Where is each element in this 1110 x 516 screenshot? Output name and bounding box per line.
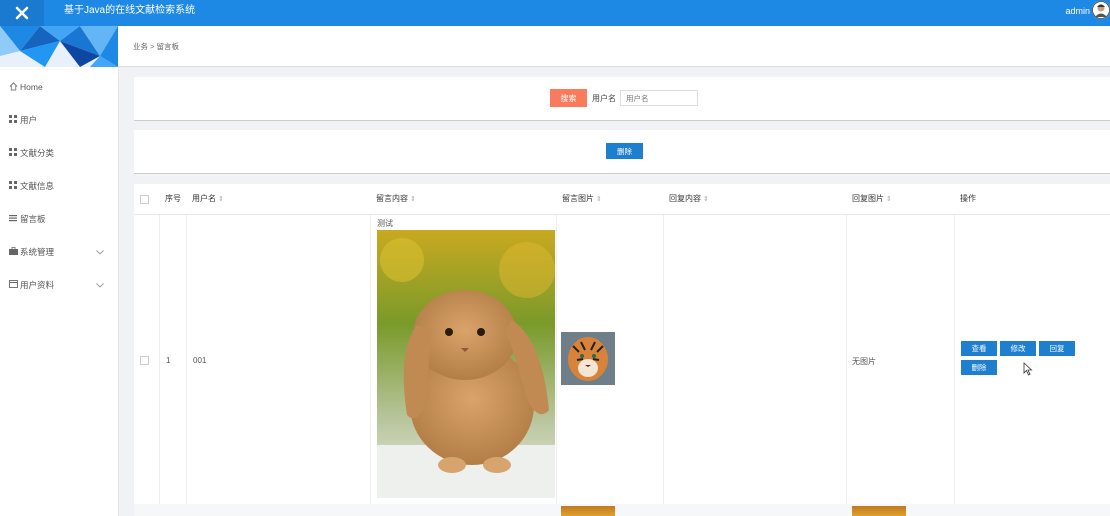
briefcase-icon	[8, 247, 18, 257]
sidebar-item-label: 用户资料	[20, 280, 55, 290]
column-divider	[159, 184, 160, 516]
column-header-message-image[interactable]: 留言图片 ⇕	[562, 184, 602, 214]
column-header-reply-content[interactable]: 回复内容 ⇕	[669, 184, 709, 214]
sidebar-item-home[interactable]: Home	[8, 79, 114, 95]
sidebar-item-label: 文献分类	[20, 148, 55, 158]
user-name[interactable]: admin	[1065, 0, 1090, 22]
close-menu-icon[interactable]	[0, 0, 44, 26]
sidebar-item-message-board[interactable]: 留言板	[8, 211, 114, 227]
row-index: 1	[166, 356, 171, 365]
tiger-image[interactable]	[561, 332, 615, 385]
sidebar-banner	[0, 26, 118, 67]
sidebar-item-label: Home	[20, 82, 43, 92]
grid-icon	[8, 148, 18, 158]
row-image[interactable]	[852, 506, 906, 516]
list-icon	[8, 214, 18, 224]
breadcrumb-text: 业务 > 留言板	[133, 42, 180, 51]
sort-icon[interactable]: ⇕	[886, 196, 892, 203]
username-search-input[interactable]	[620, 90, 698, 106]
grid-icon	[8, 181, 18, 191]
top-bar: 基于Java的在线文献检索系统 admin	[0, 0, 1110, 26]
column-header-index: 序号	[165, 194, 181, 203]
column-divider	[954, 184, 955, 516]
row-content-text: 测试	[377, 219, 393, 228]
mouse-cursor-icon	[1023, 362, 1033, 376]
table-row	[134, 504, 1110, 516]
chevron-down-icon	[96, 281, 104, 290]
column-divider	[846, 184, 847, 516]
column-header-username[interactable]: 用户名 ⇕	[192, 184, 224, 214]
action-panel: 删除	[134, 130, 1110, 174]
row-username: 001	[193, 356, 207, 365]
grid-icon	[8, 115, 18, 125]
table-header: 序号 用户名 ⇕ 留言内容 ⇕ 留言图片 ⇕ 回复内容 ⇕ 回复图片 ⇕ 操作	[134, 184, 1110, 215]
column-divider	[556, 184, 557, 516]
column-divider	[370, 184, 371, 516]
sort-icon[interactable]: ⇕	[596, 196, 602, 203]
sort-icon[interactable]: ⇕	[218, 196, 224, 203]
sort-icon[interactable]: ⇕	[703, 196, 709, 203]
card-icon	[8, 280, 18, 290]
column-header-operations: 操作	[960, 194, 976, 203]
edit-button[interactable]: 修改	[1000, 341, 1036, 356]
sidebar-item-users[interactable]: 用户	[8, 112, 114, 128]
delete-button[interactable]: 删除	[961, 360, 997, 375]
rabbit-image[interactable]	[377, 230, 555, 498]
column-header-reply-image[interactable]: 回复图片 ⇕	[852, 184, 892, 214]
reply-button[interactable]: 回复	[1039, 341, 1075, 356]
sidebar-item-system-admin[interactable]: 系统管理	[8, 244, 114, 260]
row-checkbox[interactable]	[140, 356, 149, 365]
sidebar-item-label: 文献信息	[20, 181, 55, 191]
sidebar-item-user-profile[interactable]: 用户资料	[8, 277, 114, 293]
search-panel: 搜索 用户名	[134, 77, 1110, 121]
sidebar-item-label: 留言板	[20, 214, 46, 224]
avatar[interactable]	[1092, 1, 1110, 19]
column-header-content[interactable]: 留言内容 ⇕	[376, 184, 416, 214]
bulk-delete-button[interactable]: 删除	[606, 143, 643, 159]
chevron-down-icon	[96, 248, 104, 257]
select-all-checkbox[interactable]	[140, 195, 149, 204]
home-icon	[8, 81, 18, 93]
breadcrumb: 业务 > 留言板	[118, 26, 1110, 67]
search-field-label: 用户名	[592, 94, 616, 103]
view-button[interactable]: 查看	[961, 341, 997, 356]
reply-image-placeholder: 无图片	[852, 357, 876, 366]
sidebar-item-doc-info[interactable]: 文献信息	[8, 178, 114, 194]
message-table: 序号 用户名 ⇕ 留言内容 ⇕ 留言图片 ⇕ 回复内容 ⇕ 回复图片 ⇕ 操作 1 001…	[134, 184, 1110, 516]
search-button[interactable]: 搜索	[550, 89, 587, 107]
app-title: 基于Java的在线文献检索系统	[64, 5, 196, 16]
sort-icon[interactable]: ⇕	[410, 196, 416, 203]
sidebar: Home 用户 文献分类 文献信息 留言板 系统管理 用户资料	[0, 26, 119, 516]
column-divider	[663, 184, 664, 516]
sidebar-item-doc-category[interactable]: 文献分类	[8, 145, 114, 161]
sidebar-item-label: 系统管理	[20, 247, 55, 257]
sidebar-item-label: 用户	[20, 115, 38, 125]
row-image[interactable]	[561, 506, 615, 516]
column-divider	[186, 184, 187, 516]
